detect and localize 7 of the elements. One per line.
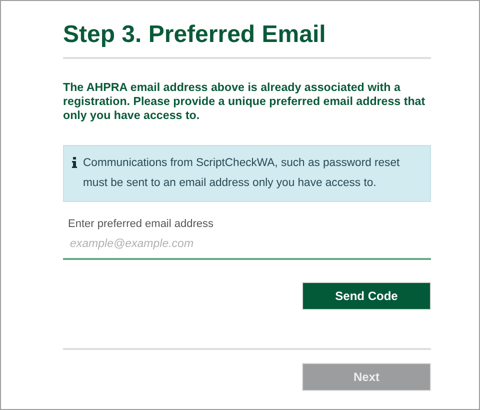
email-field[interactable]: example@example.com [63, 232, 431, 260]
intro-text: The AHPRA email address above is already associated with a registration. Please provide a unique preferred email address that only you have access to. [63, 81, 426, 123]
send-code-button[interactable]: Send Code [302, 282, 431, 310]
info-icon [72, 157, 77, 168]
field-label: Enter preferred email address [68, 218, 214, 230]
page-title: Step 3. Preferred Email [63, 21, 431, 59]
info-text: Communications from ScriptCheckWA, such as password reset must be sent to an email address only you have access to. [83, 156, 401, 191]
